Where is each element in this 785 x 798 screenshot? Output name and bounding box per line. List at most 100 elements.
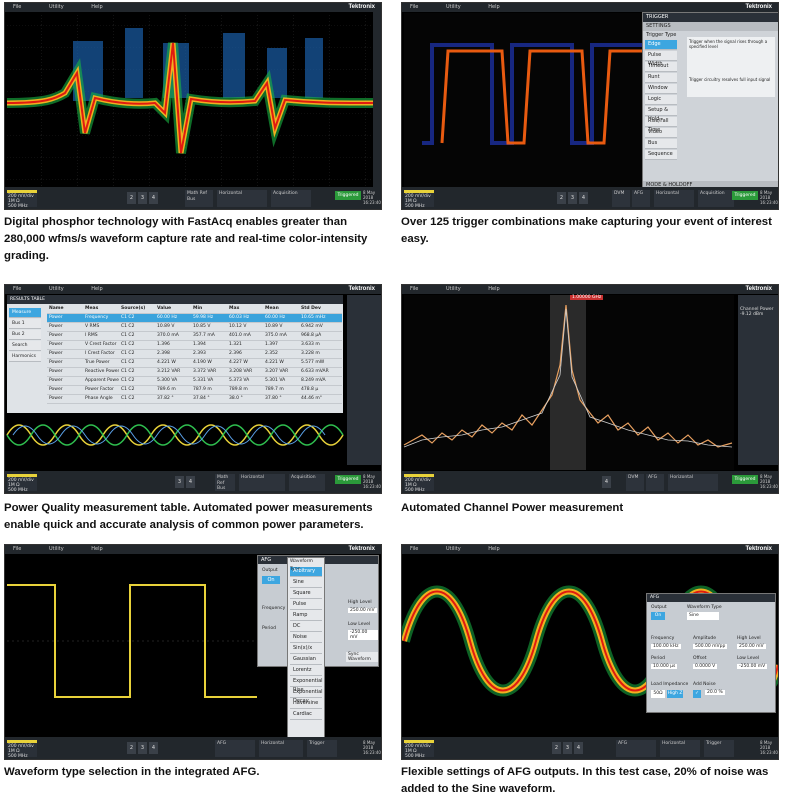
trigger-type-edge[interactable]: Edge [645, 40, 677, 50]
afg-status[interactable]: AFG [616, 740, 656, 757]
afg-output-on[interactable]: On [651, 612, 665, 620]
afg-button[interactable]: AFG [646, 474, 664, 491]
waveform-ramp[interactable]: Ramp [290, 611, 322, 621]
ch4-button[interactable]: 4 [186, 476, 195, 488]
ch2-button[interactable]: 2 [127, 192, 136, 204]
triggered-badge: Triggered [335, 475, 361, 484]
ch3-button[interactable]: 3 [138, 742, 147, 754]
ch1-badge[interactable]: 200 mV/div 1M Ω 500 MHz [404, 474, 434, 493]
ch2-button[interactable]: 2 [552, 742, 561, 754]
afg-period-field[interactable]: 10.000 µs [651, 664, 678, 669]
ch3-button[interactable]: 3 [175, 476, 184, 488]
ch4-button[interactable]: 4 [574, 742, 583, 754]
waveform-sine[interactable]: Sine [290, 578, 322, 588]
add-noise-label: Add Noise [693, 682, 716, 687]
ch4-button[interactable]: 4 [579, 192, 588, 204]
panel-fastacq: File Utility Help Tektronix 200 mV/div 1… [4, 2, 382, 272]
acquisition-block[interactable]: Acquisition [289, 474, 325, 491]
horizontal-block[interactable]: Horizontal [654, 190, 694, 207]
ch3-button[interactable]: 3 [563, 742, 572, 754]
afg-offset-field[interactable]: 0.0000 V [693, 664, 718, 669]
waveform-dc[interactable]: DC [290, 622, 322, 632]
measurement-sidebar[interactable] [347, 295, 381, 465]
waveform-square[interactable]: Square [290, 589, 322, 599]
afg-button[interactable]: AFG [632, 190, 650, 207]
trigger-type-rise-fall[interactable]: Rise/Fall Time [645, 117, 677, 133]
dvm-button[interactable]: DVM [626, 474, 644, 491]
waveform-exp-decay[interactable]: Exponential Decay [290, 688, 323, 704]
waveform-cardiac[interactable]: Cardiac [290, 710, 322, 720]
waveform-haversine[interactable]: Haversine [290, 699, 322, 709]
waveform-sinc[interactable]: Sin(x)/x [290, 644, 322, 654]
date-readout: 8 May 2018 16:23:40 [363, 190, 381, 205]
afg-output-on[interactable]: On [262, 576, 280, 584]
afg-high-level-field[interactable]: 250.00 mV [737, 644, 766, 649]
ch4-button[interactable]: 4 [149, 192, 158, 204]
afg-settings-title: AFG [647, 594, 775, 602]
ch1-badge[interactable]: 200 mV/div 1M Ω 500 MHz [7, 474, 37, 493]
afg-status[interactable]: AFG [215, 740, 255, 757]
afg-frequency-field[interactable]: 100.00 kHz [651, 644, 681, 649]
waveform-pulse[interactable]: Pulse [290, 600, 322, 610]
ch1-badge[interactable]: 200 mV/div 1M Ω 500 MHz [7, 740, 37, 759]
sync-waveform-button[interactable]: Sync Waveform [346, 652, 378, 662]
horizontal-block[interactable]: Horizontal [217, 190, 267, 207]
ch2-button[interactable]: 2 [127, 742, 136, 754]
afg-output-label: Output [262, 568, 278, 573]
waveform-noise[interactable]: Noise [290, 633, 322, 643]
afg-high-level-field[interactable]: 250.00 mV [348, 608, 377, 613]
afg-low-level-label: Low Level [348, 622, 371, 627]
horizontal-block[interactable]: Horizontal [259, 740, 303, 757]
afg-period-label: Period [262, 626, 277, 631]
math-ref-bus[interactable]: Math Ref Bus [185, 190, 213, 207]
afg-amplitude-field[interactable]: 500.00 mVpp [693, 644, 728, 649]
ch4-button[interactable]: 4 [602, 476, 611, 488]
math-ref-bus[interactable]: Math Ref Bus [215, 474, 235, 491]
ch2-button[interactable]: 2 [557, 192, 566, 204]
triggered-badge: Triggered [732, 475, 758, 484]
peak-marker-label: 1.00000 GHz [570, 295, 604, 300]
trigger-type-setup-hold[interactable]: Setup & Hold [645, 106, 677, 122]
load-high-z[interactable]: High Z [667, 690, 683, 698]
trigger-menu: TRIGGER SETTINGS Trigger Type Edge Pulse… [642, 12, 778, 191]
waveform-arbitrary[interactable]: Arbitrary [290, 567, 322, 577]
dvm-button[interactable]: DVM [612, 190, 630, 207]
afg-low-level-field[interactable]: -250.00 mV [348, 630, 378, 640]
trigger-help-box: Trigger when the signal rises through a … [687, 37, 775, 97]
acquisition-block[interactable]: Acquisition [698, 190, 734, 207]
trigger-type-video[interactable]: Video [645, 128, 677, 138]
add-noise-checkbox[interactable]: ✓ [693, 690, 701, 698]
waveform-gaussian[interactable]: Gaussian [290, 655, 322, 665]
trigger-type-runt[interactable]: Runt [645, 73, 677, 83]
trigger-screenshot: File Utility Help Tektronix TRIGGER SETT… [401, 2, 779, 210]
ch4-button[interactable]: 4 [149, 742, 158, 754]
trigger-type-sequence[interactable]: Sequence [645, 150, 677, 160]
ch3-button[interactable]: 3 [138, 192, 147, 204]
trigger-type-pulse-width[interactable]: Pulse Width [645, 51, 677, 67]
status-bar: 200 mV/div 1M Ω 500 MHz 4 DVM AFG Horizont… [402, 471, 778, 493]
trigger-type-logic[interactable]: Logic [645, 95, 677, 105]
rf-measurement-sidebar[interactable]: Channel Power -9.12 dBm [738, 295, 778, 465]
ch1-badge[interactable]: 200 mV/div 1M Ω 500 MHz [404, 190, 434, 209]
afg-low-level-field[interactable]: -250.00 mV [737, 664, 768, 669]
ch3-button[interactable]: 3 [568, 192, 577, 204]
trigger-block[interactable]: Trigger [704, 740, 734, 757]
caption-afg-settings: Flexible settings of AFG outputs. In thi… [401, 766, 769, 795]
afg-waveform-type-select[interactable]: Sine [687, 612, 719, 620]
horizontal-block[interactable]: Horizontal [660, 740, 700, 757]
horizontal-block[interactable]: Horizontal [239, 474, 285, 491]
ch1-badge[interactable]: 200 mV/div 1M Ω 500 MHz [7, 190, 37, 209]
trigger-block[interactable]: Trigger [307, 740, 337, 757]
waveform-exp-rise[interactable]: Exponential Rise [290, 677, 323, 693]
ch1-badge[interactable]: 200 mV/div 1M Ω 500 MHz [404, 740, 434, 759]
horizontal-block[interactable]: Horizontal [668, 474, 718, 491]
noise-percent-field[interactable]: 20.0 % [705, 690, 725, 695]
trigger-type-window[interactable]: Window [645, 84, 677, 94]
acquisition-block[interactable]: Acquisition [271, 190, 311, 207]
side-panel[interactable] [373, 12, 381, 187]
load-50-ohm[interactable]: 50Ω [651, 690, 665, 698]
trigger-type-bus[interactable]: Bus [645, 139, 677, 149]
settings-tab[interactable]: SETTINGS [643, 22, 778, 31]
trigger-type-timeout[interactable]: Timeout [645, 62, 677, 72]
waveform-lorentz[interactable]: Lorentz [290, 666, 322, 676]
